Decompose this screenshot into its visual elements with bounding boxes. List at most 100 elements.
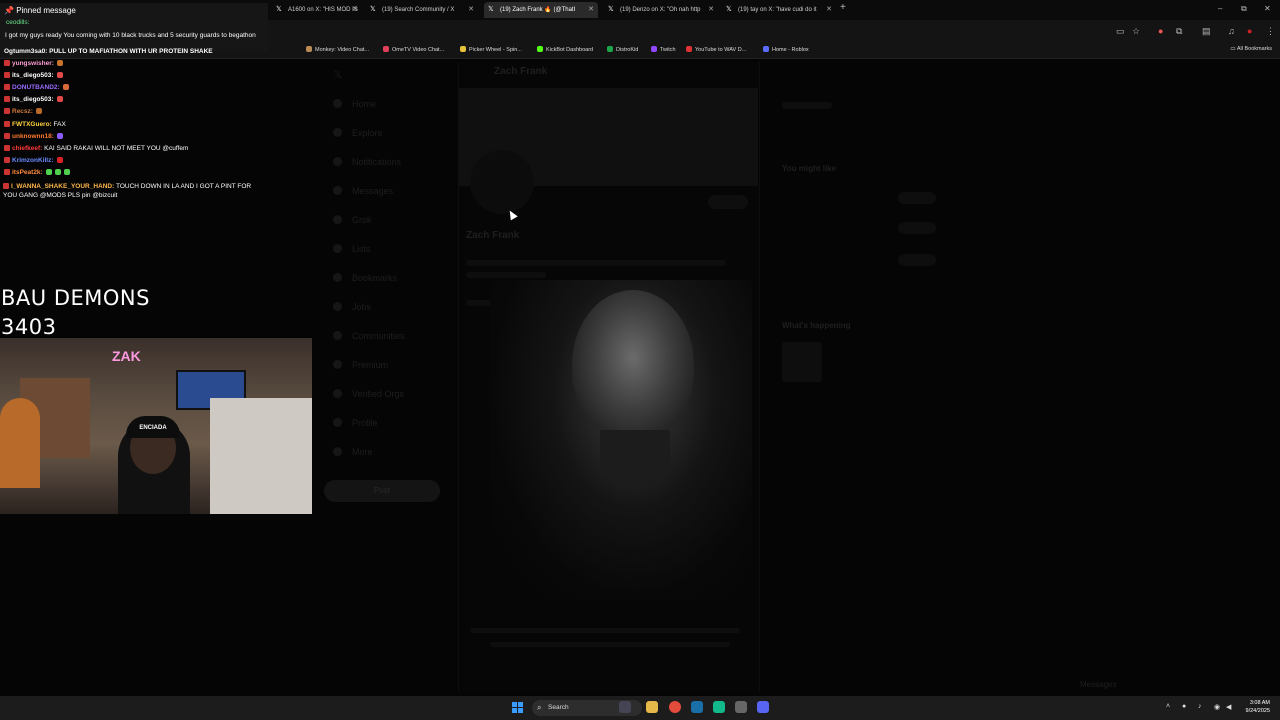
messages-drawer[interactable]: Messages [1080,680,1116,689]
bookmark-youtube-to-wav[interactable]: YouTube to WAV D... [686,46,746,53]
emote-icon [56,96,63,102]
nav-grok[interactable]: Grok [352,215,372,225]
close-icon[interactable]: ✕ [588,2,594,18]
x-logo-icon: 𝕏 [276,6,282,13]
nav-messages[interactable]: Messages [352,186,393,196]
nav-verified-orgs[interactable]: Verified Orgs [352,389,404,399]
nav-lists[interactable]: Lists [352,244,371,254]
webcam-neon-sign: ZAK [112,348,141,364]
chevron-up-icon[interactable]: ˄ [1166,703,1170,710]
minimize-button[interactable]: – [1218,4,1222,13]
browser-tab-5[interactable]: 𝕏 (19) tay on X: "have cudi do it ✕ [722,2,836,18]
trend-thumbnail[interactable] [782,342,822,382]
bookmark-icon [333,273,342,282]
close-icon[interactable]: ✕ [352,2,358,18]
install-icon[interactable]: ▭ [1116,26,1125,37]
profile-header-name: Zach Frank [494,66,548,77]
app-green-icon[interactable] [713,701,725,713]
menu-dots-icon[interactable]: ⋮ [1266,26,1275,37]
follow-suggestion-button[interactable] [898,222,936,234]
maximize-button[interactable]: ⧉ [1241,4,1247,14]
profile-bio-line [466,260,726,266]
chat-line: yungswisher: [4,60,63,67]
badge-icon [4,108,10,114]
nav-home[interactable]: Home [352,99,376,109]
person-icon [333,418,342,427]
x-logo-icon[interactable]: 𝕏 [334,70,342,81]
profile-avatar-icon[interactable]: ● [1247,26,1252,36]
webcam-treadmill [210,398,312,514]
microphone-icon[interactable]: ♪ [1198,703,1202,710]
bookmark-favicon [460,46,466,52]
system-clock[interactable]: 3:08 AM 9/24/2025 [1246,699,1270,715]
emote-icon [56,72,63,78]
chat-line: its_diego503: [4,72,63,79]
widgets-icon[interactable] [619,701,631,713]
nav-premium[interactable]: Premium [352,360,388,370]
x-logo-icon: 𝕏 [608,6,614,13]
stream-overlay-title: BAU DEMONS 3403 [1,286,150,339]
follow-button[interactable] [708,195,748,209]
mail-icon [333,186,342,195]
nav-explore[interactable]: Explore [352,128,383,138]
chat-line: DONUTBAND2: [4,84,69,91]
bookmark-favicon [607,46,613,52]
badge-icon [4,60,10,66]
windows-start-icon[interactable] [512,702,523,713]
star-icon[interactable]: ☆ [1132,26,1140,37]
bookmark-ometv[interactable]: OmeTV Video Chat... [383,46,444,53]
extensions-icon[interactable]: ⧉ [1176,26,1182,37]
app-gray-icon[interactable] [735,701,747,713]
webcam-streamer-hat: ENCIADA [126,416,180,438]
wifi-icon[interactable]: ◉ [1214,703,1220,711]
bookmark-distrokid[interactable]: DistroKid [607,46,638,53]
volume-icon[interactable]: ◀ [1226,703,1231,711]
chat-line: Recsz: [4,108,42,115]
bookmark-favicon [686,46,692,52]
badge-icon [4,121,10,127]
tweet-text-line [490,642,730,647]
browser-tab-4[interactable]: 𝕏 (19) Denzo on X: "Oh nah http ✕ [604,2,718,18]
follow-suggestion-button[interactable] [898,192,936,204]
nav-notifications[interactable]: Notifications [352,157,401,167]
media-icon[interactable]: ♫ [1228,26,1235,36]
badge-icon [4,145,10,151]
extension-red-icon[interactable]: ● [1158,26,1163,36]
close-icon[interactable]: ✕ [468,2,474,18]
emote-icon [56,60,63,66]
new-tab-button[interactable]: + [840,2,846,13]
bookmark-twitch[interactable]: Twitch [651,46,676,53]
badge-icon [4,96,10,102]
steam-icon[interactable] [691,701,703,713]
sidebar-icon[interactable]: ▤ [1202,26,1211,37]
bookmark-monkey[interactable]: Monkey: Video Chat... [306,46,369,53]
bookmark-roblox[interactable]: Home - Roblox [763,46,809,53]
window-close-button[interactable]: ✕ [1264,4,1271,13]
whats-happening-heading: What's happening [782,321,851,330]
post-button[interactable]: Post [324,480,440,502]
briefcase-icon [333,302,342,311]
emote-icon [54,169,61,175]
discord-icon[interactable] [757,701,769,713]
nav-bookmarks[interactable]: Bookmarks [352,273,397,283]
nav-jobs[interactable]: Jobs [352,302,371,312]
bookmark-favicon [537,46,543,52]
bookmark-picker-wheel[interactable]: Picker Wheel - Spin... [460,46,522,53]
tab-title: (19) Zach Frank 🔥 (@ThatI [500,7,576,13]
follow-suggestion-button[interactable] [898,254,936,266]
all-bookmarks-button[interactable]: ▭ All Bookmarks [1230,46,1272,52]
tray-app-icon[interactable]: ● [1182,703,1186,710]
bookmark-kickbot[interactable]: KickBot Dashboard [537,46,593,53]
chrome-icon[interactable] [669,701,681,713]
nav-communities[interactable]: Communities [352,331,405,341]
profile-name: Zach Frank [466,230,520,241]
close-icon[interactable]: ✕ [826,2,832,18]
tab-title: (19) Denzo on X: "Oh nah http [620,7,701,13]
nav-profile[interactable]: Profile [352,418,378,428]
nav-more[interactable]: More [352,447,373,457]
browser-tab-1[interactable]: 𝕏 A1600 on X: "HIS MOD IS ✕ [272,2,362,18]
file-explorer-icon[interactable] [646,701,658,713]
browser-tab-3-active[interactable]: 𝕏 (19) Zach Frank 🔥 (@ThatI ✕ [484,2,598,18]
close-icon[interactable]: ✕ [708,2,714,18]
browser-tab-2[interactable]: 𝕏 (19) Search Community / X ✕ [366,2,478,18]
